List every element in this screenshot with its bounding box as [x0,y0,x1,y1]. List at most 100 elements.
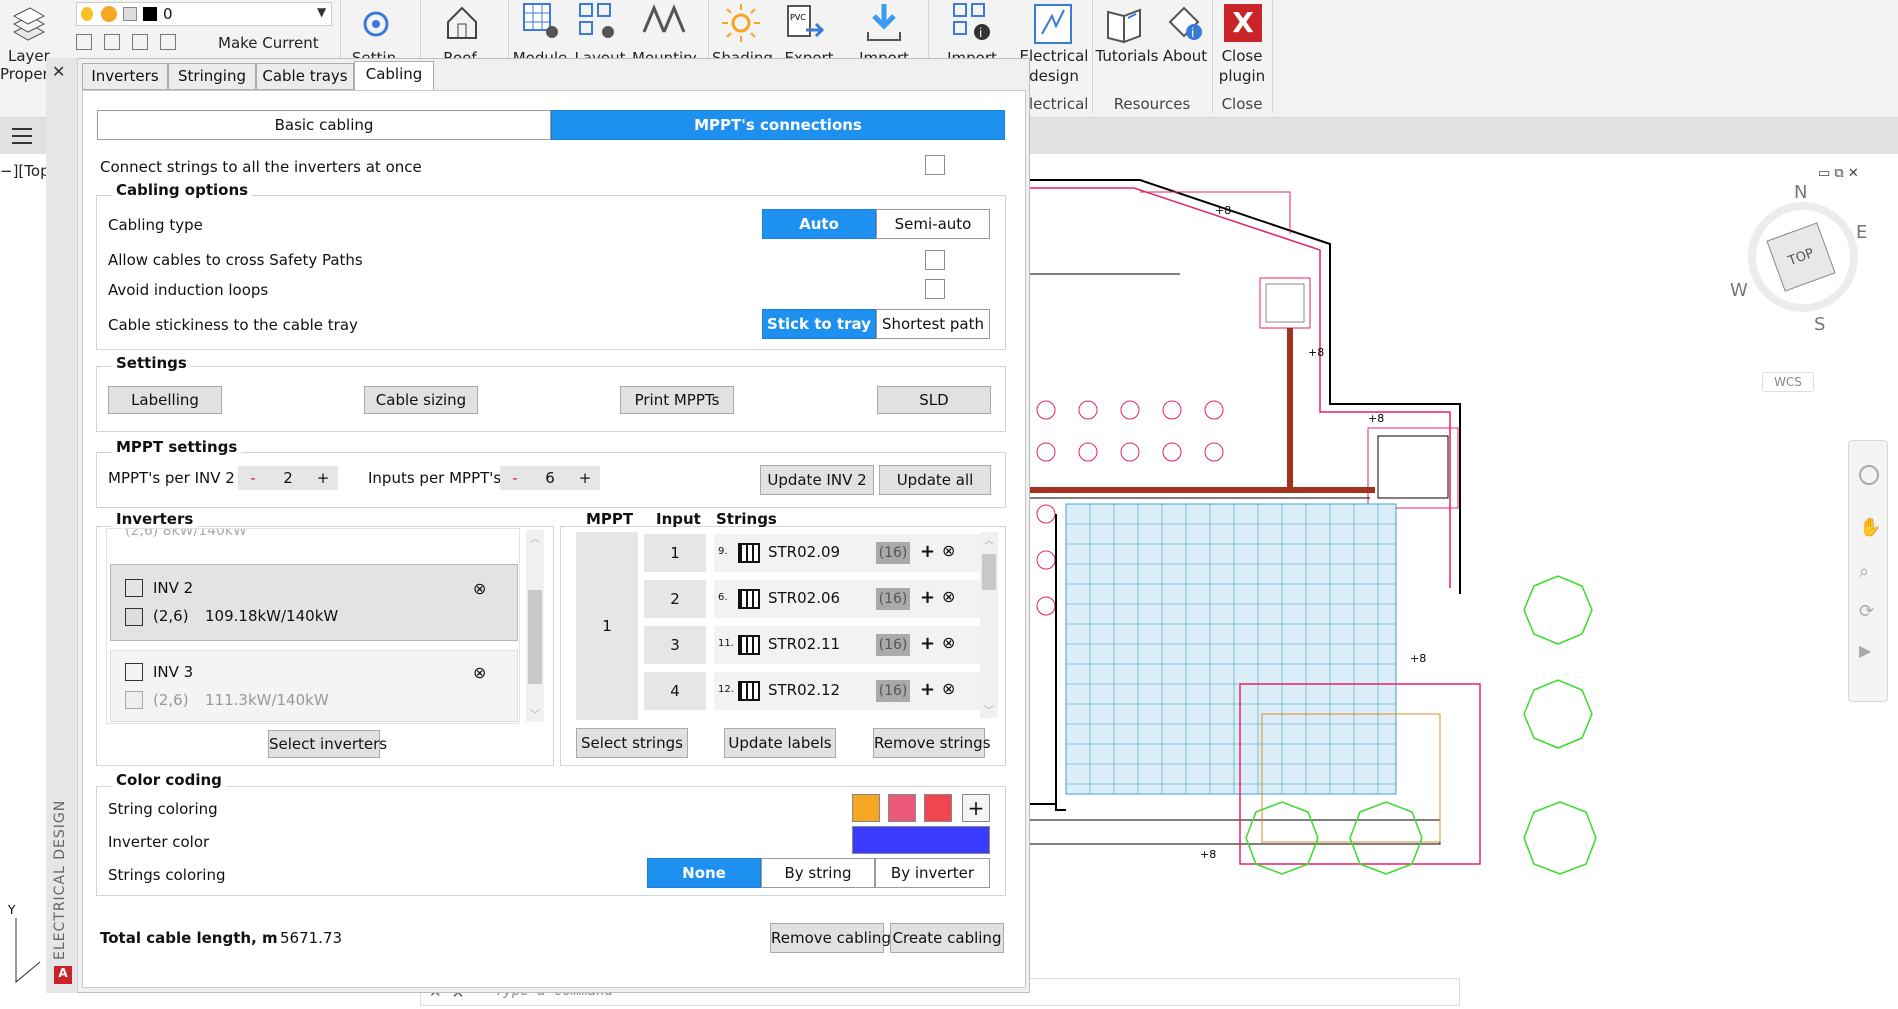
mppt-connections-toggle[interactable]: MPPT's connections [551,110,1005,140]
create-cabling-button[interactable]: Create cabling [890,923,1004,953]
showmotion-icon[interactable]: ▶ [1859,641,1871,660]
layer-tool-icon[interactable] [132,34,148,50]
hamburger-menu-icon[interactable] [12,128,32,144]
add-string-icon[interactable]: + [920,679,935,700]
decrement-button[interactable]: - [238,469,268,487]
compass-west[interactable]: W [1730,280,1748,301]
steering-wheel-icon[interactable] [1859,465,1879,485]
strings-coloring-by-inverter[interactable]: By inverter [875,858,990,888]
string-row[interactable]: 12. STR02.12 (16) + ⊗ [714,672,990,710]
import-info-icon[interactable]: i [952,2,994,44]
mppt-scrollbar[interactable]: ︿ ﹀ [980,532,998,718]
zoom-icon[interactable]: ⌕ [1859,561,1869,582]
layer-tool-icon[interactable] [76,34,92,50]
string-row[interactable]: 9. STR02.09 (16) + ⊗ [714,534,990,572]
remove-string-icon[interactable]: ⊗ [942,587,955,606]
inverters-scrollbar[interactable]: ︿ ﹀ [526,530,544,722]
mppt-per-inv-value[interactable]: 2 [268,469,308,487]
add-string-icon[interactable]: + [920,587,935,608]
inverter-item-inv3[interactable]: INV 3 ⊗ (2,6) 111.3kW/140kW [110,650,518,722]
tutorials-book-icon[interactable] [1104,4,1148,44]
connect-all-checkbox[interactable] [925,155,945,175]
sld-button[interactable]: SLD [877,386,991,414]
cross-safety-checkbox[interactable] [925,250,945,270]
tab-stringing[interactable]: Stringing [168,63,256,90]
string-color-swatch[interactable] [852,794,880,822]
about-info-icon[interactable]: i [1164,2,1206,44]
remove-inverter-icon[interactable]: ⊗ [473,579,486,598]
remove-string-icon[interactable]: ⊗ [942,541,955,560]
inputs-per-mppt-value[interactable]: 6 [530,469,570,487]
remove-string-icon[interactable]: ⊗ [942,679,955,698]
basic-cabling-toggle[interactable]: Basic cabling [97,110,551,140]
tab-inverters[interactable]: Inverters [82,63,168,90]
layer-tool-icon[interactable] [104,34,120,50]
labelling-button[interactable]: Labelling [108,386,222,414]
roof-icon[interactable] [444,4,480,42]
string-row[interactable]: 6. STR02.06 (16) + ⊗ [714,580,990,618]
viewcube[interactable]: TOP N E S W [1728,182,1878,335]
close-icon[interactable]: ✕ [52,62,65,81]
stick-to-tray-toggle[interactable]: Stick to tray [762,309,876,339]
inverter-partial-item[interactable]: (2,6) 8kW/140kW [125,529,247,539]
string-row[interactable]: 11. STR02.11 (16) + ⊗ [714,626,990,664]
close-plugin-icon[interactable]: X [1224,4,1262,42]
tutorials-button[interactable]: Tutorials [1092,46,1162,66]
inputs-per-mppt-stepper[interactable]: - 6 + [500,466,600,490]
wcs-dropdown[interactable]: WCS [1762,372,1814,392]
shortest-path-toggle[interactable]: Shortest path [876,309,990,339]
export-pvc-icon[interactable]: PVC [786,4,826,44]
orbit-icon[interactable]: ⟳ [1859,601,1874,622]
layer-tool-icons[interactable] [76,34,206,52]
strings-coloring-none[interactable]: None [647,858,761,888]
close-plugin-button[interactable]: Close plugin [1212,46,1272,86]
pan-hand-icon[interactable]: ✋ [1859,517,1881,538]
viewport-label[interactable]: −][Top [0,162,50,180]
cable-sizing-button[interactable]: Cable sizing [364,386,478,414]
about-button[interactable]: About [1160,46,1210,66]
print-mppts-button[interactable]: Print MPPTs [620,386,734,414]
layer-properties-label2[interactable]: Propert [0,64,55,84]
update-all-button[interactable]: Update all [879,465,991,495]
mppt-per-inv-stepper[interactable]: - 2 + [238,466,338,490]
compass-east[interactable]: E [1856,222,1867,243]
avoid-loops-checkbox[interactable] [925,279,945,299]
remove-cabling-button[interactable]: Remove cabling [770,923,891,953]
electrical-design-icon[interactable] [1032,2,1074,46]
compass-north[interactable]: N [1794,182,1807,203]
import-download-icon[interactable] [864,2,904,44]
increment-button[interactable]: + [570,469,600,487]
layer-properties-icon[interactable] [8,4,48,44]
navigation-bar[interactable]: ✋ ⌕ ⟳ ▶ [1848,440,1888,702]
remove-strings-button[interactable]: Remove strings [873,728,991,758]
make-current-button[interactable]: Make Current [218,33,319,53]
layer-tool-icon[interactable] [160,34,176,50]
cabling-type-semi-auto[interactable]: Semi-auto [876,209,990,239]
layout-icon[interactable] [578,2,618,42]
update-labels-button[interactable]: Update labels [724,728,836,758]
inverter-color-swatch[interactable] [852,826,990,854]
settings-gear-icon[interactable] [358,6,394,42]
cabling-type-auto[interactable]: Auto [762,209,876,239]
module-icon[interactable] [522,2,560,42]
select-strings-button[interactable]: Select strings [576,728,688,758]
mounting-icon[interactable] [642,2,686,42]
select-inverters-button[interactable]: Select inverters [268,730,387,758]
layer-properties-label[interactable]: Layer [8,46,50,66]
tab-cable-trays[interactable]: Cable trays [256,63,354,90]
compass-south[interactable]: S [1814,314,1825,335]
add-string-icon[interactable]: + [920,541,935,562]
strings-coloring-by-string[interactable]: By string [761,858,875,888]
update-inv-button[interactable]: Update INV 2 [760,465,874,495]
add-color-button[interactable]: + [962,794,990,822]
string-color-swatch[interactable] [888,794,916,822]
decrement-button[interactable]: - [500,469,530,487]
remove-inverter-icon[interactable]: ⊗ [473,663,486,682]
add-string-icon[interactable]: + [920,633,935,654]
shading-sun-icon[interactable] [720,2,762,44]
inverter-item-inv2[interactable]: INV 2 ⊗ (2,6) 109.18kW/140kW [110,564,518,641]
remove-string-icon[interactable]: ⊗ [942,633,955,652]
increment-button[interactable]: + [308,469,338,487]
layer-dropdown[interactable]: 0 ▼ [76,2,332,26]
tab-cabling[interactable]: Cabling [354,61,434,91]
